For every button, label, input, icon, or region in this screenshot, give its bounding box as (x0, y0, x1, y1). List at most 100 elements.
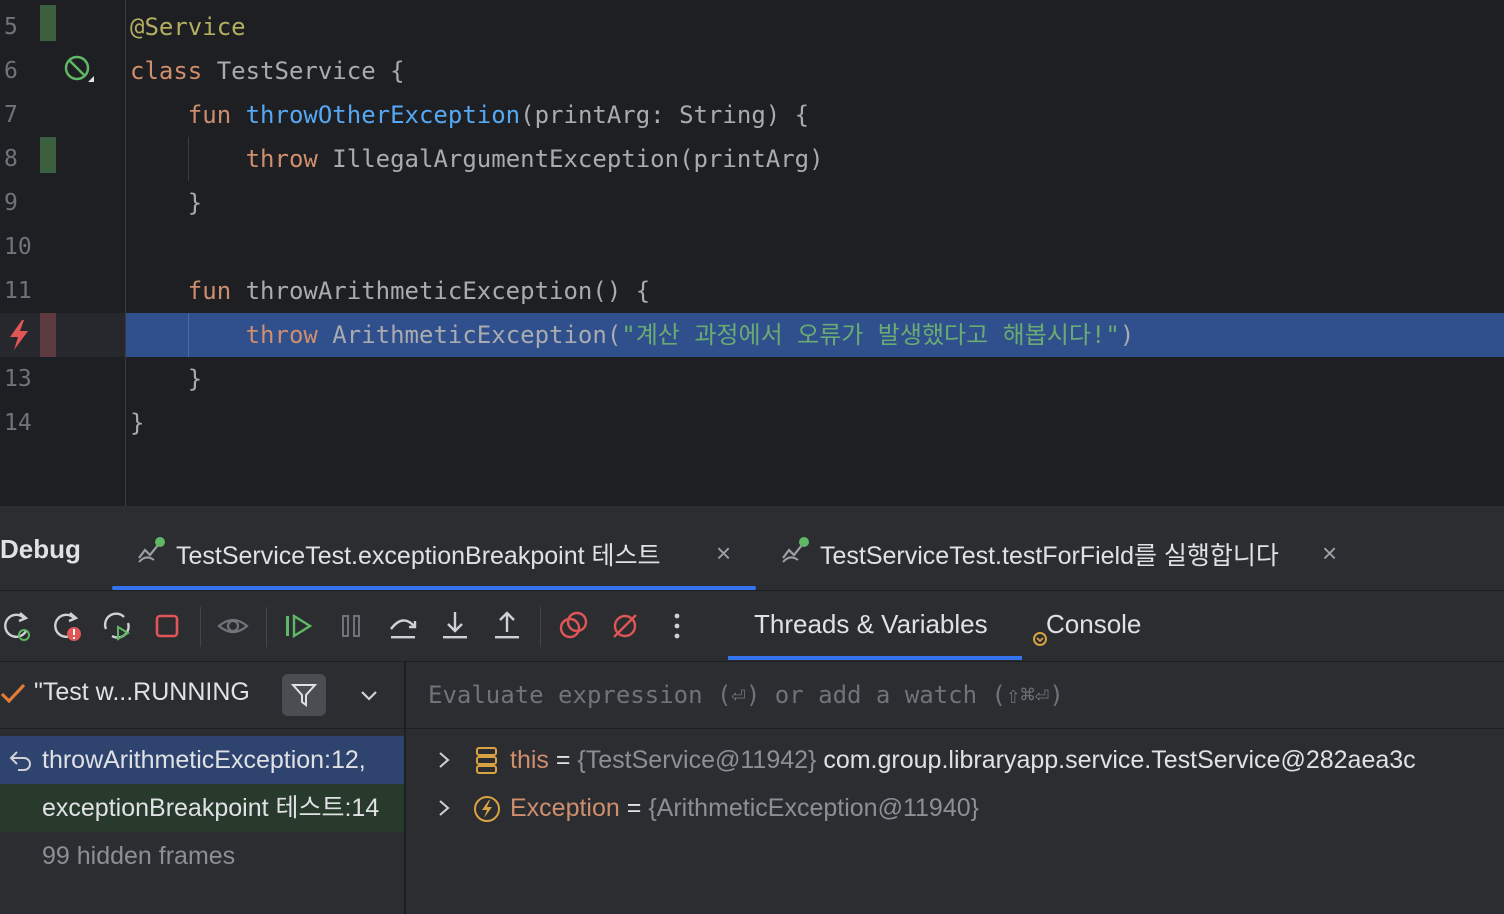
rerun-failed-button[interactable] (50, 609, 84, 643)
code-line[interactable]: } (130, 181, 1504, 225)
tab-test-for-field[interactable]: TestServiceTest.testForField를 실행합니다 × (780, 532, 1350, 572)
code-token: fun (130, 101, 246, 129)
code-line[interactable]: fun throwArithmeticException() { (130, 269, 1504, 313)
code-token: throwOtherException (245, 101, 521, 129)
line-number: 11 (4, 278, 32, 304)
line-number: 13 (4, 366, 32, 392)
tab-console[interactable]: Console (1046, 609, 1141, 640)
line-number: 14 (4, 410, 32, 436)
step-into-button[interactable] (438, 609, 472, 643)
code-token: () { (592, 277, 651, 305)
code-token: (printArg: String) { (520, 101, 810, 129)
gutter-line-7: 7 (0, 93, 125, 137)
debug-tab-bar: Debug TestServiceTest.exceptionBreakpoin… (0, 506, 1504, 591)
frame-label: 99 hidden frames (42, 842, 236, 870)
debug-toolbar: Threads & Variables Console (0, 591, 1504, 662)
more-vertical-icon (674, 613, 680, 639)
exception-lightning-icon[interactable] (6, 319, 32, 351)
variable-row-this[interactable]: this = {TestService@11942} com.group.lib… (406, 736, 1504, 784)
active-subtab-indicator (728, 656, 1022, 660)
gutter-line-6: 6 (0, 49, 125, 93)
code-token: throw (130, 145, 333, 173)
view-breakpoints-button[interactable] (556, 609, 590, 643)
hidden-frames-toggle[interactable]: 99 hidden frames (0, 832, 404, 880)
variable-row-exception[interactable]: Exception = {ArithmeticException@11940} (406, 784, 1504, 832)
line-number: 10 (4, 234, 32, 260)
tab-threads-variables[interactable]: Threads & Variables (754, 609, 988, 640)
editor-gutter[interactable]: 5 6 7 8 9 10 11 13 14 (0, 0, 126, 506)
var-line: Exception = {ArithmeticException@11940} (510, 784, 979, 832)
step-over-button[interactable] (386, 609, 420, 643)
view-breakpoints-button[interactable] (216, 609, 250, 643)
tab-exception-breakpoint[interactable]: TestServiceTest.exceptionBreakpoint 테스트 … (136, 532, 746, 572)
filter-button[interactable] (282, 674, 326, 716)
code-line[interactable]: class TestService { (130, 49, 1504, 93)
toolbar-separator (540, 607, 541, 647)
vcs-added-marker[interactable] (40, 137, 56, 173)
more-options-button[interactable] (660, 609, 694, 643)
chevron-down-icon[interactable] (358, 686, 380, 706)
code-line[interactable]: fun throwOtherException(printArg: String… (130, 93, 1504, 137)
rerun-debug-button[interactable] (0, 609, 34, 643)
code-editor[interactable]: 5 6 7 8 9 10 11 13 14 @Service class Tes… (0, 0, 1504, 506)
return-arrow-icon (9, 751, 31, 771)
code-line[interactable]: } (130, 401, 1504, 445)
code-line[interactable]: @Service (130, 5, 1504, 49)
code-token: throw (130, 321, 333, 349)
line-number: 8 (4, 146, 18, 172)
debug-tool-window: Debug TestServiceTest.exceptionBreakpoin… (0, 506, 1504, 914)
test-run-icon (138, 537, 165, 563)
rerun-icon (4, 612, 30, 641)
frame-item-selected[interactable]: throwArithmeticException:12, (0, 736, 404, 784)
code-line[interactable]: } (130, 357, 1504, 401)
stop-button[interactable] (150, 609, 184, 643)
vcs-modified-marker[interactable] (40, 313, 56, 357)
gutter-line-14: 14 (0, 401, 125, 445)
step-out-icon (495, 611, 519, 639)
field-icon (476, 747, 497, 774)
eye-icon (217, 618, 249, 634)
gutter-line-8: 8 (0, 137, 125, 181)
auto-rerun-icon (103, 612, 130, 641)
gutter-line-12 (0, 313, 125, 357)
step-over-icon (390, 619, 417, 639)
var-type: {TestService@11942} (577, 746, 817, 774)
var-type: {ArithmeticException@11940} (648, 794, 979, 822)
gutter-line-5: 5 (0, 5, 125, 49)
toggle-auto-test-button[interactable] (100, 609, 134, 643)
close-icon[interactable]: × (1322, 538, 1337, 569)
toolbar-separator (266, 607, 267, 647)
gutter-line-10: 10 (0, 225, 125, 269)
chevron-right-icon[interactable] (436, 750, 452, 770)
chevron-right-icon[interactable] (436, 798, 452, 818)
code-token: } (130, 189, 203, 217)
resume-button[interactable] (282, 609, 316, 643)
code-token: @Service (130, 13, 246, 41)
code-token: } (130, 365, 203, 393)
code-token: throwArithmeticException (245, 277, 593, 305)
filter-icon (291, 684, 317, 707)
mute-breakpoints-button[interactable] (608, 609, 642, 643)
thread-selector[interactable]: "Test w...RUNNING (0, 662, 404, 729)
exception-icon (474, 796, 500, 822)
pause-button[interactable] (334, 609, 368, 643)
frame-item[interactable]: exceptionBreakpoint 테스트:14 (0, 784, 404, 832)
close-icon[interactable]: × (716, 538, 731, 569)
vcs-added-marker[interactable] (40, 5, 56, 41)
code-line[interactable] (130, 225, 1504, 269)
gutter-line-13: 13 (0, 357, 125, 401)
code-line[interactable]: throw IllegalArgumentException(printArg) (130, 137, 1504, 181)
var-line: this = {TestService@11942} com.group.lib… (510, 736, 1416, 784)
code-line-highlighted[interactable]: throw ArithmeticException("계산 과정에서 오류가 발… (126, 313, 1504, 357)
step-out-button[interactable] (490, 609, 524, 643)
disabled-breakpoint-icon[interactable] (62, 55, 96, 85)
frame-label: throwArithmeticException:12, (42, 746, 366, 774)
evaluate-expression-input[interactable]: Evaluate expression (⏎) or add a watch (… (406, 662, 1504, 729)
pause-icon (342, 615, 360, 637)
rerun-failed-icon (54, 612, 81, 641)
active-tab-indicator (112, 586, 756, 590)
test-run-icon (782, 537, 809, 563)
code-token: fun (130, 277, 246, 305)
line-number: 6 (4, 58, 18, 84)
code-token: } (130, 409, 145, 437)
